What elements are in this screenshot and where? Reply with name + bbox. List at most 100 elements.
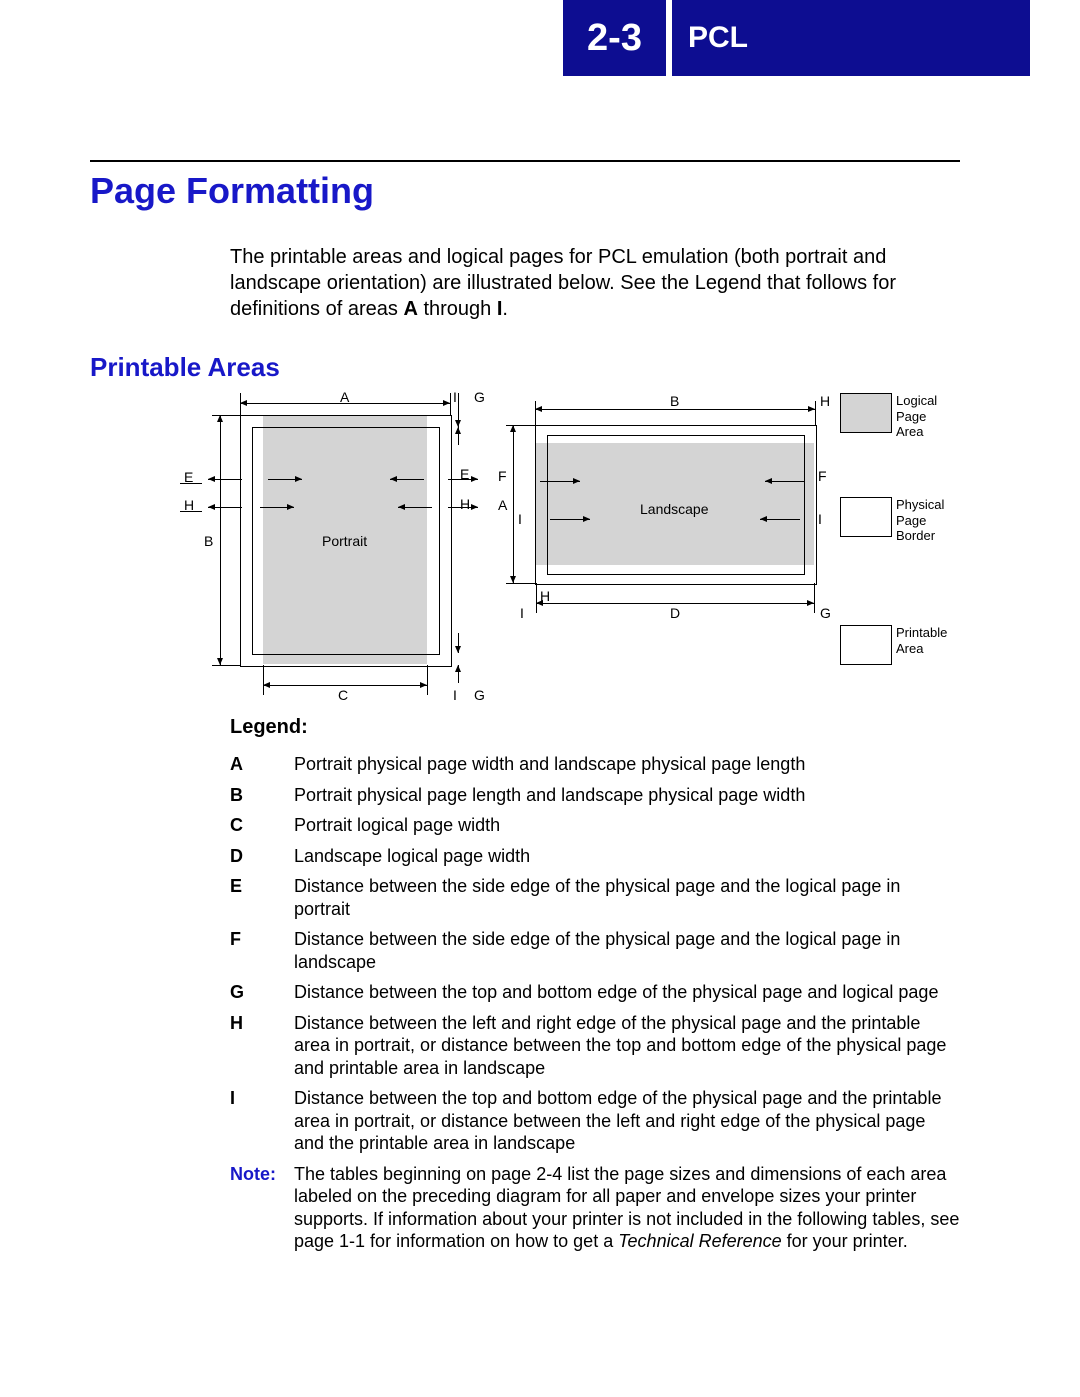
label-g2: G	[474, 687, 485, 703]
landscape-label: Landscape	[640, 501, 709, 517]
content-area: Page Formatting The printable areas and …	[90, 90, 960, 1257]
note-label: Note:	[230, 1159, 294, 1257]
label-i-bot: I	[520, 605, 524, 621]
legend-row: HDistance between the left and right edg…	[230, 1008, 960, 1084]
legend-key: B	[230, 780, 294, 811]
legend-val: Portrait physical page length and landsc…	[294, 780, 960, 811]
legend-row: IDistance between the top and bottom edg…	[230, 1083, 960, 1159]
tick	[180, 483, 202, 484]
label-f: F	[498, 468, 507, 484]
tick	[180, 511, 202, 512]
note-italic: Technical Reference	[618, 1231, 781, 1251]
arr-e	[268, 479, 302, 480]
dim-i-bot2	[458, 665, 459, 683]
dim-b2	[535, 409, 815, 410]
legend-key: A	[230, 749, 294, 780]
arr-e2r	[448, 479, 478, 480]
portrait-label: Portrait	[322, 533, 367, 549]
tick	[535, 401, 536, 425]
tick	[427, 665, 428, 695]
label-h-top: H	[820, 393, 830, 409]
note-text: The tables beginning on page 2-4 list th…	[294, 1159, 960, 1257]
dim-i-bot	[458, 633, 459, 653]
note-row: Note: The tables beginning on page 2-4 l…	[230, 1159, 960, 1257]
legend-text-physical: Physical Page Border	[896, 497, 944, 544]
legend-key: D	[230, 841, 294, 872]
legend-val: Distance between the left and right edge…	[294, 1008, 960, 1084]
dim-c	[263, 685, 427, 686]
dim-i-top2	[458, 427, 459, 445]
label-i3: I	[518, 511, 522, 527]
label-g: G	[474, 389, 485, 405]
label-b2: B	[670, 393, 679, 409]
legend-key: H	[230, 1008, 294, 1084]
arr-e2	[390, 479, 424, 480]
legend-row: GDistance between the top and bottom edg…	[230, 977, 960, 1008]
arrf	[540, 481, 580, 482]
label-b: B	[204, 533, 213, 549]
label-i4: I	[818, 511, 822, 527]
legend-text-printable: Printable Area	[896, 625, 947, 656]
label-f2: F	[818, 468, 827, 484]
legend-val: Distance between the side edge of the ph…	[294, 871, 960, 924]
legend-key: I	[230, 1083, 294, 1159]
legend-val: Distance between the top and bottom edge…	[294, 1083, 960, 1159]
tick	[536, 583, 537, 613]
legend-row: APortrait physical page width and landsc…	[230, 749, 960, 780]
dim-d	[536, 603, 814, 604]
intro-paragraph: The printable areas and logical pages fo…	[230, 244, 960, 322]
tick	[212, 665, 240, 666]
legend-swatch-logical	[840, 393, 892, 433]
label-c: C	[338, 687, 348, 703]
intro-bold-a: A	[403, 298, 417, 320]
legend-title: Legend:	[230, 716, 960, 739]
dim-b	[220, 415, 221, 665]
tick	[450, 393, 451, 415]
page-header: 2-3 PCL	[0, 0, 1080, 90]
label-g-bot: G	[820, 605, 831, 621]
legend-swatch-printable	[840, 625, 892, 665]
legend-val: Landscape logical page width	[294, 841, 960, 872]
legend-val: Distance between the side edge of the ph…	[294, 924, 960, 977]
dim-i-top	[458, 393, 459, 427]
label-h2: H	[460, 496, 470, 512]
legend-row: BPortrait physical page length and lands…	[230, 780, 960, 811]
title-rule	[90, 160, 960, 162]
legend-val: Portrait physical page width and landsca…	[294, 749, 960, 780]
arr-e-l	[208, 479, 242, 480]
legend-swatch-physical	[840, 497, 892, 537]
page-title: Page Formatting	[90, 170, 960, 212]
label-a2: A	[498, 497, 507, 513]
note-text-2: for your printer.	[782, 1231, 908, 1251]
page-number-badge: 2-3	[563, 0, 666, 76]
section-label-badge: PCL	[672, 0, 1030, 76]
printable-areas-diagram: Portrait A I G B E H E H	[180, 393, 940, 698]
legend-key: C	[230, 810, 294, 841]
legend-text-logical: Logical Page Area	[896, 393, 937, 440]
intro-text: The printable areas and logical pages fo…	[230, 246, 896, 320]
label-i: I	[453, 389, 457, 405]
legend-key: G	[230, 977, 294, 1008]
arri2	[760, 519, 800, 520]
arr-h2	[398, 507, 432, 508]
legend-row: DLandscape logical page width	[230, 841, 960, 872]
legend-val: Portrait logical page width	[294, 810, 960, 841]
tick	[263, 665, 264, 695]
arrf2	[765, 481, 805, 482]
arr-h-l	[208, 507, 242, 508]
legend-key: E	[230, 871, 294, 924]
legend-row: FDistance between the side edge of the p…	[230, 924, 960, 977]
legend-table: APortrait physical page width and landsc…	[230, 749, 960, 1257]
label-a: A	[340, 389, 349, 405]
legend-val: Distance between the top and bottom edge…	[294, 977, 960, 1008]
label-d: D	[670, 605, 680, 621]
label-i2: I	[453, 687, 457, 703]
section-heading: Printable Areas	[90, 352, 960, 383]
legend-row: EDistance between the side edge of the p…	[230, 871, 960, 924]
arri	[550, 519, 590, 520]
tick	[815, 401, 816, 425]
label-h-bot: H	[540, 588, 550, 604]
arr-h	[260, 507, 294, 508]
legend-row: CPortrait logical page width	[230, 810, 960, 841]
intro-end: .	[502, 298, 508, 320]
